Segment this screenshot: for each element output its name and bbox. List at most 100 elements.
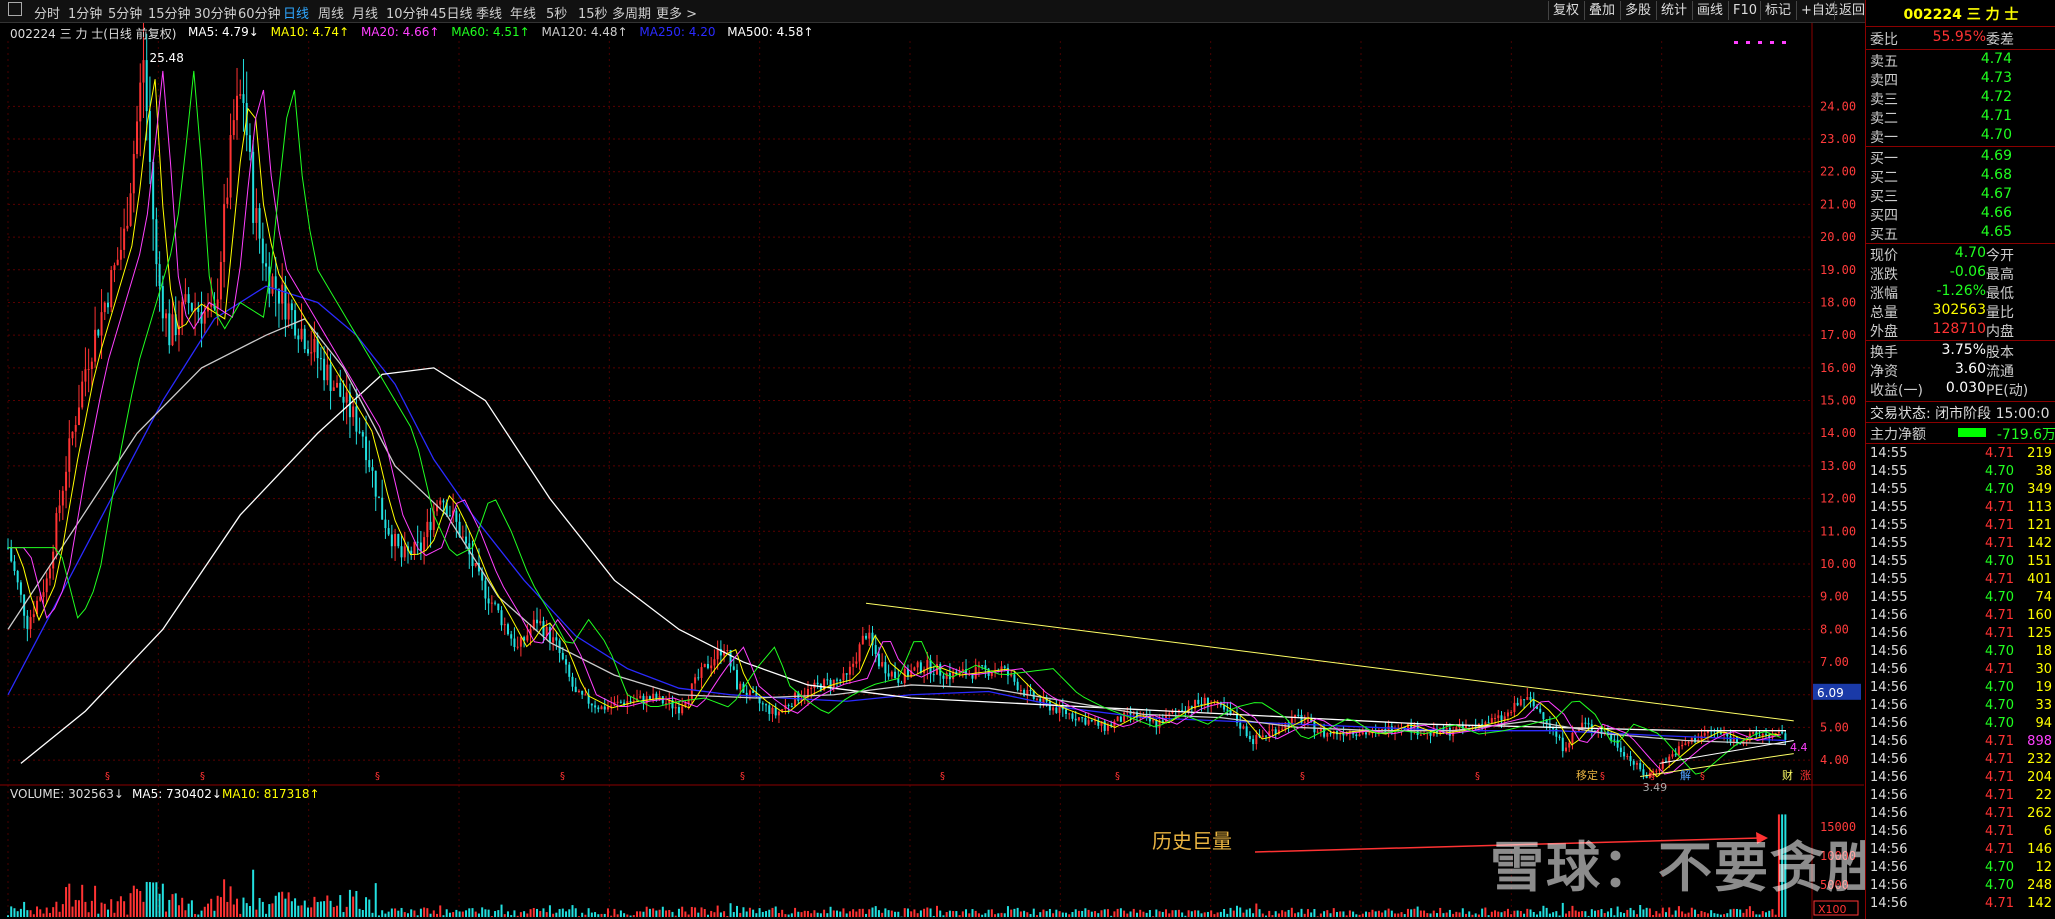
candle-body bbox=[1365, 732, 1368, 735]
candle-body bbox=[855, 661, 858, 664]
volume-bar bbox=[119, 896, 122, 917]
tick-row: 14:56 4.71 262 bbox=[1870, 806, 2055, 824]
tab-5sec[interactable]: 5秒 bbox=[546, 3, 567, 22]
period-toolbar: 分时 1分钟 5分钟 15分钟 30分钟 60分钟 日线 周线 月线 10分钟 … bbox=[0, 0, 2055, 23]
tab-quarterly[interactable]: 季线 bbox=[476, 3, 502, 22]
volume-bar bbox=[1445, 912, 1448, 917]
draw-line-button[interactable]: 画线 bbox=[1692, 1, 1727, 20]
candle-body bbox=[1613, 739, 1616, 741]
volume-bar bbox=[184, 910, 187, 917]
volume-bar bbox=[1429, 913, 1432, 917]
tab-30min[interactable]: 30分钟 bbox=[194, 3, 237, 22]
volume-bar bbox=[710, 910, 713, 917]
tick-price: 4.70 bbox=[1985, 482, 2014, 497]
volume-bar bbox=[1113, 911, 1116, 917]
tab-fenshi[interactable]: 分时 bbox=[34, 3, 60, 22]
volume-bar bbox=[1255, 903, 1258, 917]
kline-chart-svg[interactable]: 24.00 23.00 22.00 21.00 20.00 19.00 18.00 17.00… bbox=[0, 23, 1864, 919]
candle-body bbox=[1152, 720, 1155, 722]
event-marker: § bbox=[1650, 771, 1655, 782]
tab-15sec[interactable]: 15秒 bbox=[578, 3, 608, 22]
adjust-button[interactable]: 复权 bbox=[1548, 1, 1583, 20]
volume-bar bbox=[1174, 910, 1177, 917]
volume-bar bbox=[677, 908, 680, 917]
candle-body bbox=[1419, 734, 1422, 736]
candle-body bbox=[1226, 709, 1229, 711]
tab-5min[interactable]: 5分钟 bbox=[108, 3, 142, 22]
main-flow-value: -719.6万 bbox=[1996, 427, 2055, 443]
volume-bar bbox=[71, 906, 74, 917]
candle-body bbox=[629, 701, 632, 703]
panel-toggle-icon[interactable] bbox=[8, 2, 22, 16]
candle-body bbox=[274, 276, 277, 289]
tab-15min[interactable]: 15分钟 bbox=[148, 3, 191, 22]
volume-bar bbox=[829, 906, 832, 917]
volume-bar bbox=[1016, 907, 1019, 917]
candle-body bbox=[1084, 717, 1087, 725]
candle-body bbox=[1316, 731, 1319, 733]
tab-weekly[interactable]: 周线 bbox=[318, 3, 344, 22]
volume-bar bbox=[1597, 910, 1600, 917]
volume-bar bbox=[903, 908, 906, 917]
candle-body bbox=[765, 704, 768, 706]
tick-time: 14:56 bbox=[1870, 860, 1908, 875]
tab-10min[interactable]: 10分钟 bbox=[386, 3, 429, 22]
multi-stock-button[interactable]: 多股 bbox=[1620, 1, 1655, 20]
kline-chart-area[interactable]: 24.00 23.00 22.00 21.00 20.00 19.00 18.00 17.00… bbox=[0, 23, 1880, 919]
tab-more[interactable]: 更多 > bbox=[656, 3, 697, 22]
tab-45day[interactable]: 45日线 bbox=[430, 3, 473, 22]
volume-bar bbox=[16, 911, 19, 917]
volume-bar bbox=[497, 910, 500, 917]
price-tick-label: 12.00 bbox=[1820, 492, 1856, 506]
volume-bar bbox=[45, 907, 48, 917]
candle-body bbox=[1623, 752, 1626, 757]
volume-bar bbox=[200, 910, 203, 917]
candle-body bbox=[506, 624, 509, 635]
volume-bar bbox=[600, 913, 603, 917]
candle-body bbox=[894, 671, 897, 679]
candle-body bbox=[1642, 769, 1645, 776]
volume-bar bbox=[361, 909, 364, 917]
f10-button[interactable]: F10 bbox=[1728, 1, 1761, 20]
volume-bar bbox=[658, 909, 661, 917]
tick-price: 4.71 bbox=[1985, 788, 2014, 803]
ask-row-label: 卖五 bbox=[1870, 54, 1898, 70]
candle-body bbox=[68, 438, 71, 472]
tick-volume: 33 bbox=[2035, 698, 2052, 713]
mark-button[interactable]: 标记 bbox=[1760, 1, 1795, 20]
back-button[interactable]: 返回 bbox=[1834, 1, 1869, 20]
candle-body bbox=[1074, 718, 1077, 721]
candle-body bbox=[836, 679, 839, 681]
volume-bar bbox=[1626, 909, 1629, 917]
tab-yearly[interactable]: 年线 bbox=[510, 3, 536, 22]
overlay-button[interactable]: 叠加 bbox=[1584, 1, 1619, 20]
stat2-row-value: 0.030 bbox=[1945, 380, 1986, 396]
volume-bar bbox=[210, 898, 213, 917]
top-dot bbox=[1734, 41, 1738, 44]
volume-bar bbox=[439, 905, 442, 917]
volume-bar bbox=[1426, 913, 1429, 917]
stats-button[interactable]: 统计 bbox=[1656, 1, 1691, 20]
volume-bar bbox=[1155, 909, 1158, 917]
volume-bar bbox=[1668, 907, 1671, 917]
stat-row-label2: 今开 bbox=[1986, 248, 2014, 264]
tab-60min[interactable]: 60分钟 bbox=[238, 3, 281, 22]
stat2-row-label: 净资 bbox=[1870, 364, 1898, 380]
volume-bar bbox=[1513, 910, 1516, 917]
volume-bar bbox=[1223, 909, 1226, 917]
volume-bar bbox=[984, 913, 987, 917]
tab-1min[interactable]: 1分钟 bbox=[68, 3, 102, 22]
volume-bar bbox=[545, 912, 548, 917]
tick-volume: 262 bbox=[2027, 806, 2052, 821]
ask-row-value: 4.73 bbox=[1980, 70, 2012, 86]
volume-bar bbox=[400, 907, 403, 917]
volume-bar bbox=[303, 900, 306, 917]
candle-body bbox=[416, 541, 419, 543]
tab-monthly[interactable]: 月线 bbox=[352, 3, 378, 22]
tab-multi-period[interactable]: 多周期 bbox=[612, 3, 651, 22]
volume-bar bbox=[1697, 913, 1700, 917]
volume-bar bbox=[1629, 907, 1632, 917]
volume-bar bbox=[1374, 911, 1377, 917]
tab-daily[interactable]: 日线 bbox=[283, 3, 309, 22]
volume-bar bbox=[1548, 913, 1551, 917]
